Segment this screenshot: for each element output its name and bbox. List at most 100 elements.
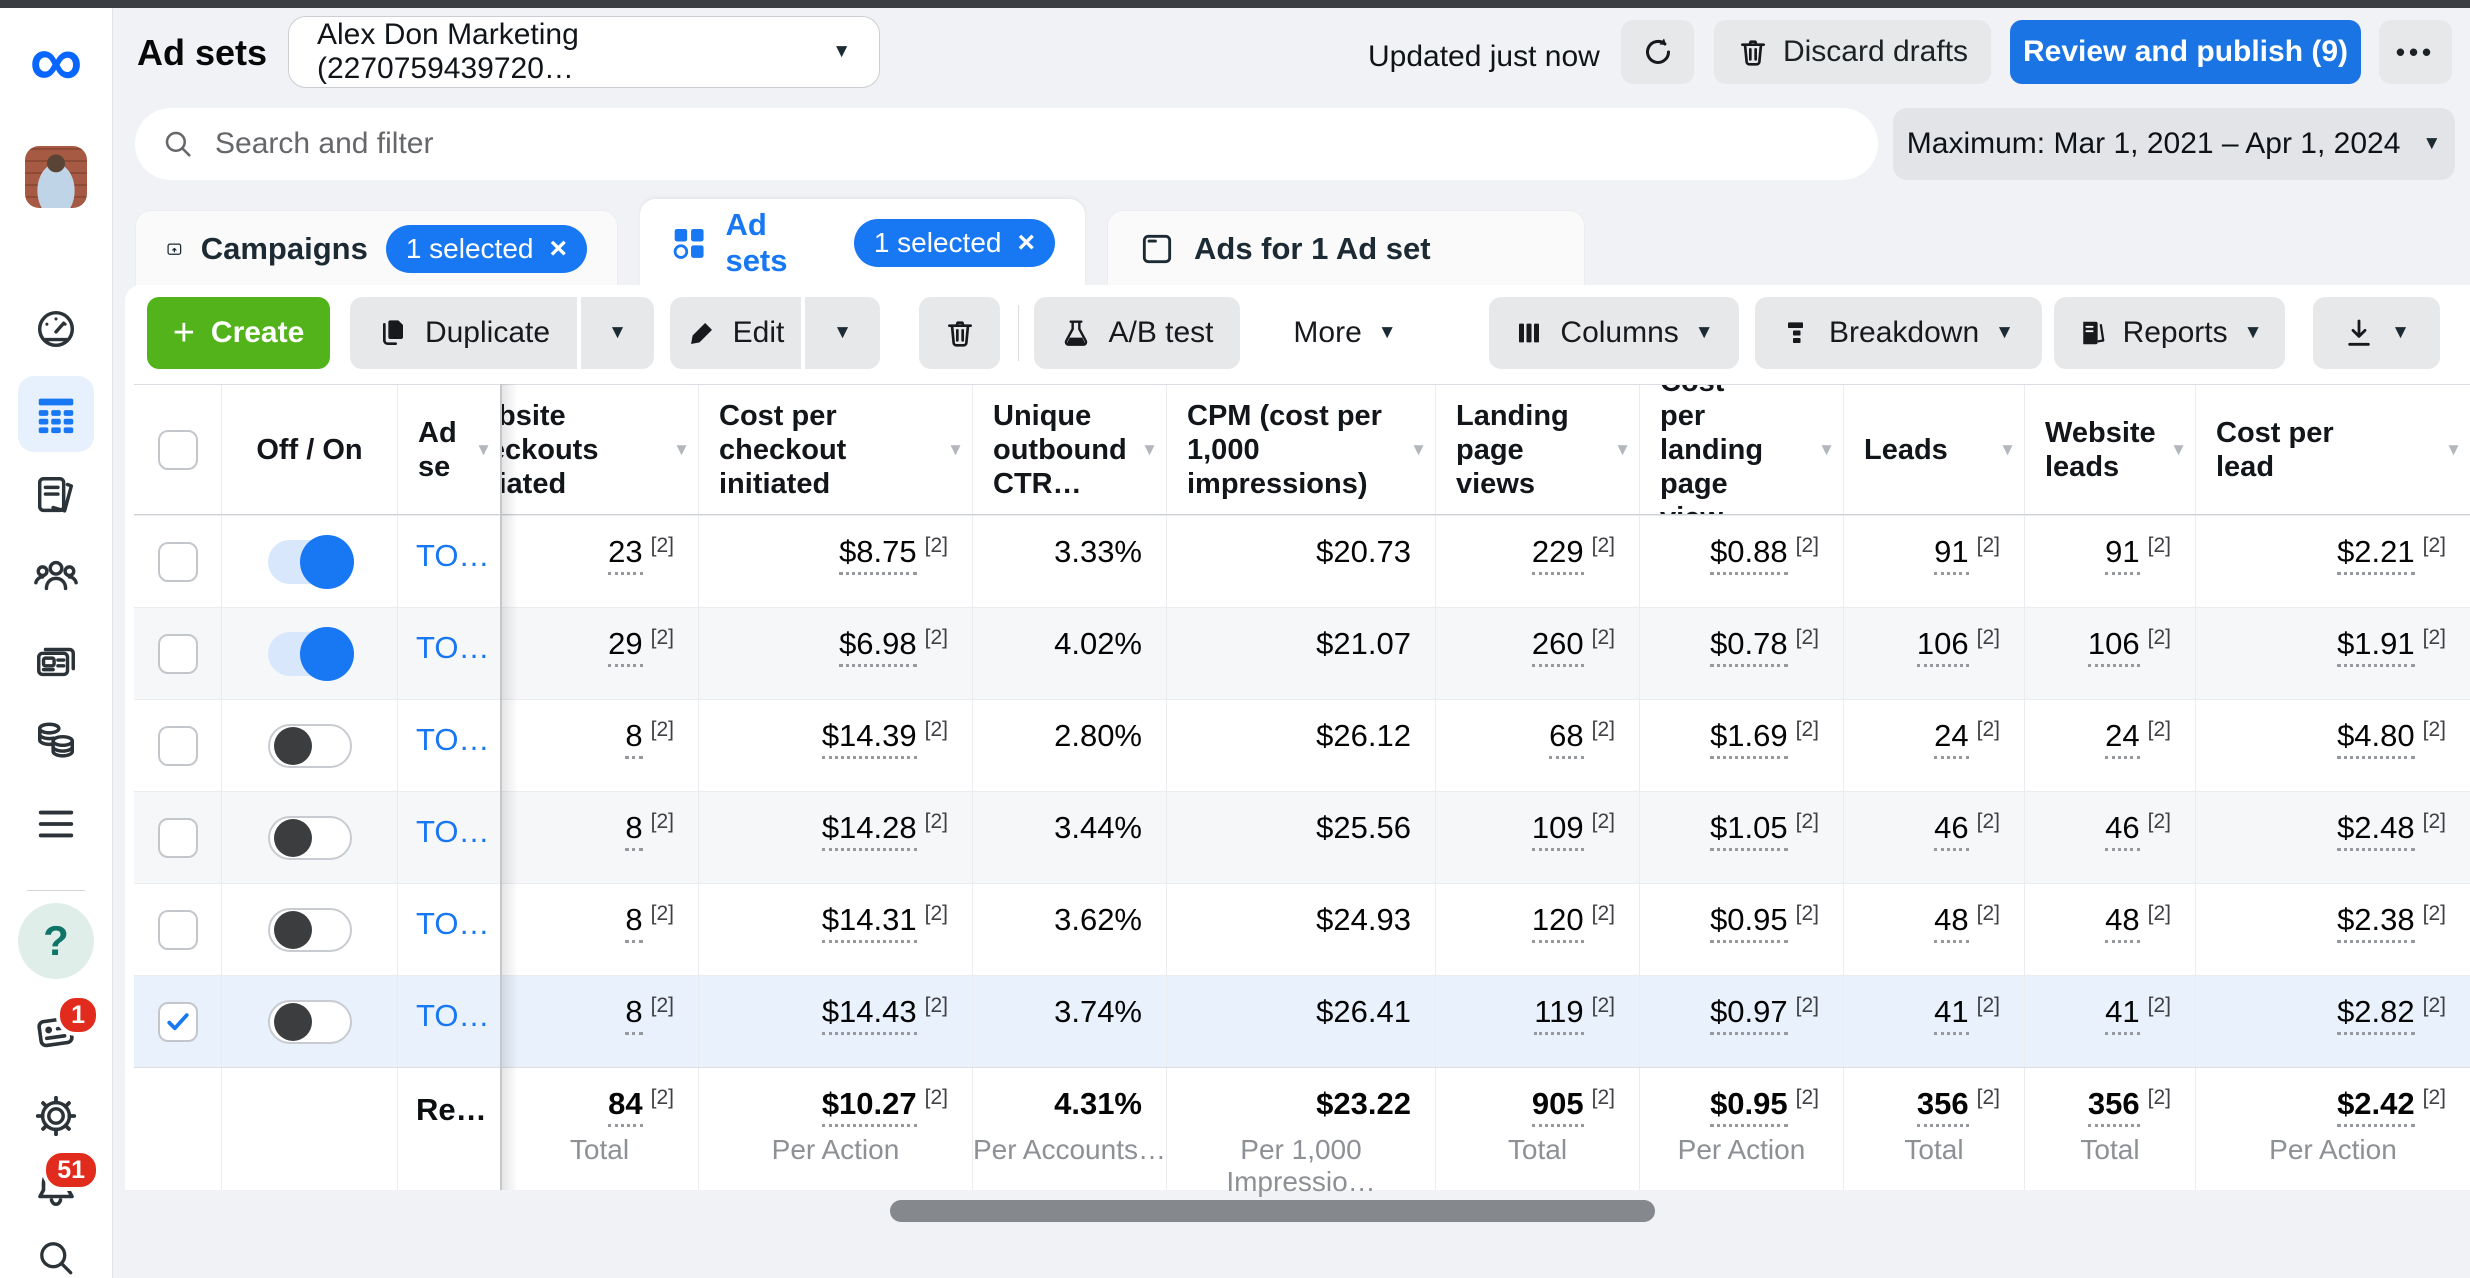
toggle-knob bbox=[300, 627, 354, 681]
date-range-label: Maximum: Mar 1, 2021 – Apr 1, 2024 bbox=[1907, 127, 2401, 161]
header-cpm[interactable]: CPM (cost per 1,000 impressions)▼ bbox=[1166, 385, 1435, 514]
more-options-button[interactable]: ••• bbox=[2379, 20, 2452, 84]
sort-caret-icon[interactable]: ▼ bbox=[673, 433, 690, 467]
header-website-checkouts-initiated[interactable]: Website checkouts initiated▼ bbox=[500, 385, 698, 514]
export-button[interactable]: ▼ bbox=[2313, 297, 2440, 369]
ad-set-toggle[interactable] bbox=[268, 816, 352, 860]
refresh-button[interactable] bbox=[1621, 20, 1694, 84]
header-cost-per-checkout-initiated[interactable]: Cost per checkout initiated▼ bbox=[698, 385, 972, 514]
cell-landing-page-views: 229[2] bbox=[1435, 516, 1639, 607]
footnote-marker: [2] bbox=[1796, 718, 1819, 741]
breakdown-button[interactable]: Breakdown ▼ bbox=[1755, 297, 2042, 369]
cell-select bbox=[134, 792, 221, 883]
ad-set-name-link[interactable]: TO… bbox=[398, 608, 500, 666]
sidebar-item-notifications[interactable]: 51 bbox=[32, 1163, 80, 1211]
ad-sets-selected-pill[interactable]: 1 selected × bbox=[854, 219, 1055, 267]
date-range-selector[interactable]: Maximum: Mar 1, 2021 – Apr 1, 2024 ▼ bbox=[1893, 108, 2455, 180]
sidebar-item-billing[interactable] bbox=[32, 718, 80, 764]
sort-caret-icon[interactable]: ▼ bbox=[475, 433, 492, 467]
ad-set-name-link[interactable]: TO… bbox=[398, 884, 500, 942]
table-header-row: Off / OnAd se▼Website checkouts initiate… bbox=[134, 384, 2470, 515]
sidebar-item-all-tools[interactable] bbox=[33, 803, 79, 845]
total-sub-label: Per Action bbox=[1640, 1134, 1843, 1166]
row-checkbox[interactable] bbox=[158, 430, 198, 470]
ad-set-name-link[interactable]: TO… bbox=[398, 516, 500, 574]
close-icon[interactable]: × bbox=[1017, 228, 1035, 258]
cell-toggle bbox=[221, 608, 397, 699]
header-website-leads[interactable]: Website leads▼ bbox=[2024, 385, 2195, 514]
delete-button[interactable] bbox=[919, 297, 1000, 369]
ad-set-name-link[interactable]: TO… bbox=[398, 976, 500, 1034]
sidebar-item-settings[interactable] bbox=[33, 1093, 79, 1139]
sort-caret-icon[interactable]: ▼ bbox=[1818, 433, 1835, 467]
header-leads[interactable]: Leads▼ bbox=[1843, 385, 2024, 514]
sort-caret-icon[interactable]: ▼ bbox=[1141, 433, 1158, 467]
header-off-on[interactable]: Off / On bbox=[221, 385, 397, 514]
sidebar-item-overview[interactable] bbox=[33, 306, 79, 352]
header-unique-outbound-ctr[interactable]: Unique outbound CTR…▼ bbox=[972, 385, 1166, 514]
row-checkbox[interactable] bbox=[158, 818, 198, 858]
ad-set-name-link[interactable]: TO… bbox=[398, 792, 500, 850]
discard-drafts-label: Discard drafts bbox=[1783, 35, 1968, 69]
campaigns-selected-pill[interactable]: 1 selected × bbox=[386, 225, 587, 273]
total-sub-label: Total bbox=[501, 1134, 698, 1166]
ad-set-toggle[interactable] bbox=[268, 632, 352, 676]
header-cost-per-landing-page-view[interactable]: Cost per landing page view▼ bbox=[1639, 385, 1843, 514]
total-value: 356 bbox=[2088, 1086, 2140, 1127]
reports-button[interactable]: Reports ▼ bbox=[2054, 297, 2285, 369]
gear-icon bbox=[33, 1093, 79, 1139]
close-icon[interactable]: × bbox=[549, 234, 567, 264]
duplicate-dropdown-button[interactable]: ▼ bbox=[581, 297, 654, 369]
sort-caret-icon[interactable]: ▼ bbox=[947, 433, 964, 467]
avatar[interactable] bbox=[25, 146, 87, 208]
edit-button[interactable]: Edit bbox=[670, 297, 801, 369]
value: 41 bbox=[2105, 994, 2139, 1035]
account-selector[interactable]: Alex Don Marketing (2270759439720… ▼ bbox=[288, 16, 880, 88]
totals-results-label-cell: Re… bbox=[397, 1068, 500, 1190]
sidebar-item-audiences[interactable] bbox=[32, 553, 80, 599]
row-checkbox[interactable] bbox=[158, 542, 198, 582]
more-menu-button[interactable]: More ▼ bbox=[1283, 297, 1407, 369]
ad-set-toggle[interactable] bbox=[268, 908, 352, 952]
review-publish-button[interactable]: Review and publish (9) bbox=[2010, 20, 2361, 84]
help-button[interactable]: ? bbox=[18, 903, 94, 979]
sort-caret-icon[interactable]: ▼ bbox=[1614, 433, 1631, 467]
sidebar-item-ads-manager-news[interactable]: 1 bbox=[32, 1008, 80, 1056]
horizontal-scrollbar-thumb[interactable] bbox=[890, 1200, 1655, 1222]
search-input[interactable] bbox=[215, 127, 1852, 161]
discard-drafts-button[interactable]: Discard drafts bbox=[1714, 20, 1991, 84]
tab-ads[interactable]: Ads for 1 Ad set bbox=[1107, 210, 1585, 286]
cell-cost-per-lead: $2.38[2] bbox=[2195, 884, 2470, 975]
columns-button[interactable]: Columns ▼ bbox=[1489, 297, 1739, 369]
value: $1.91 bbox=[2337, 626, 2415, 667]
search-bar[interactable] bbox=[135, 108, 1878, 180]
ad-set-toggle[interactable] bbox=[268, 724, 352, 768]
ad-set-toggle[interactable] bbox=[268, 1000, 352, 1044]
sort-caret-icon[interactable]: ▼ bbox=[1410, 433, 1427, 467]
ad-set-toggle[interactable] bbox=[268, 540, 352, 584]
row-checkbox[interactable] bbox=[158, 1002, 198, 1042]
sidebar-item-ads-reporting[interactable] bbox=[33, 638, 79, 684]
sidebar-item-search[interactable] bbox=[34, 1236, 78, 1278]
duplicate-button[interactable]: Duplicate bbox=[350, 297, 577, 369]
header-cost-per-lead[interactable]: Cost per lead▼ bbox=[2195, 385, 2470, 514]
sort-caret-icon[interactable]: ▼ bbox=[2170, 433, 2187, 467]
row-checkbox[interactable] bbox=[158, 634, 198, 674]
meta-logo-icon[interactable]: ∞ bbox=[30, 26, 83, 96]
sidebar-item-pages[interactable] bbox=[33, 473, 79, 519]
ad-set-name-link[interactable]: TO… bbox=[398, 700, 500, 758]
sidebar-item-campaigns-active[interactable] bbox=[18, 376, 94, 452]
row-checkbox[interactable] bbox=[158, 910, 198, 950]
tab-campaigns[interactable]: Campaigns 1 selected × bbox=[135, 210, 618, 286]
header-landing-page-views[interactable]: Landing page views▼ bbox=[1435, 385, 1639, 514]
row-checkbox[interactable] bbox=[158, 726, 198, 766]
value: 68 bbox=[1549, 718, 1583, 759]
ab-test-button[interactable]: A/B test bbox=[1034, 297, 1240, 369]
header-ad-set-name[interactable]: Ad se▼ bbox=[397, 385, 500, 514]
tab-ad-sets[interactable]: Ad sets 1 selected × bbox=[640, 199, 1085, 286]
sort-caret-icon[interactable]: ▼ bbox=[2445, 433, 2462, 467]
footnote-marker: [2] bbox=[925, 810, 948, 833]
edit-dropdown-button[interactable]: ▼ bbox=[805, 297, 880, 369]
sort-caret-icon[interactable]: ▼ bbox=[1999, 433, 2016, 467]
create-button[interactable]: + Create bbox=[147, 297, 330, 369]
